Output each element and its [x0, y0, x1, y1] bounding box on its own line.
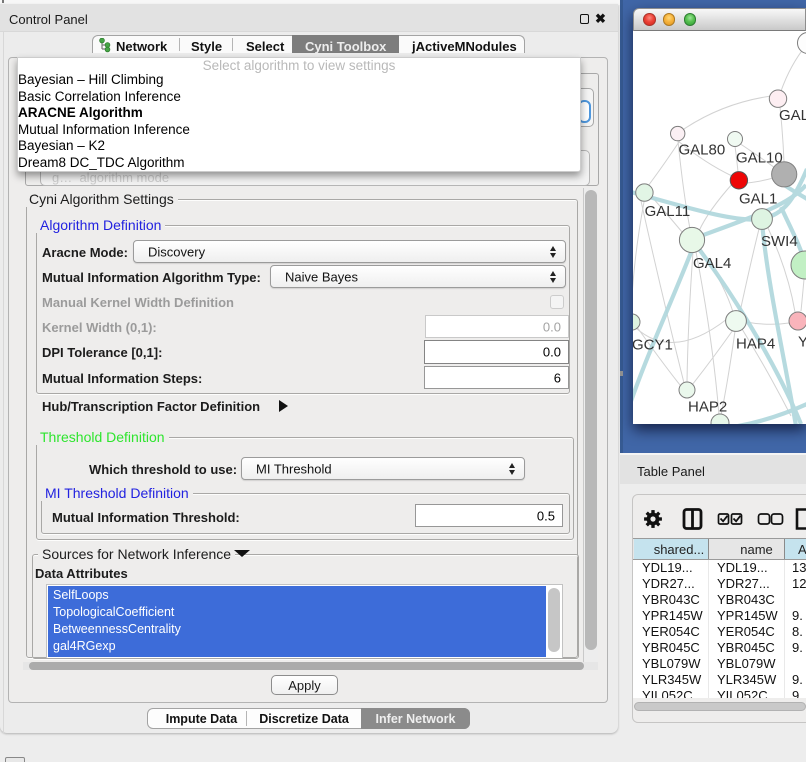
svg-text:GAL11: GAL11 — [645, 203, 691, 220]
svg-text:HAP2: HAP2 — [688, 399, 727, 416]
svg-text:GAL10: GAL10 — [736, 150, 783, 167]
svg-text:SWI4: SWI4 — [761, 233, 798, 250]
svg-text:HAP4: HAP4 — [736, 336, 775, 353]
svg-text:GCY1: GCY1 — [633, 337, 673, 354]
svg-text:GAL4: GAL4 — [693, 255, 731, 272]
svg-text:GAL: GAL — [779, 107, 806, 124]
svg-text:Y: Y — [798, 334, 806, 351]
svg-text:GAL1: GAL1 — [739, 191, 777, 208]
svg-text:GAL80: GAL80 — [679, 142, 726, 159]
